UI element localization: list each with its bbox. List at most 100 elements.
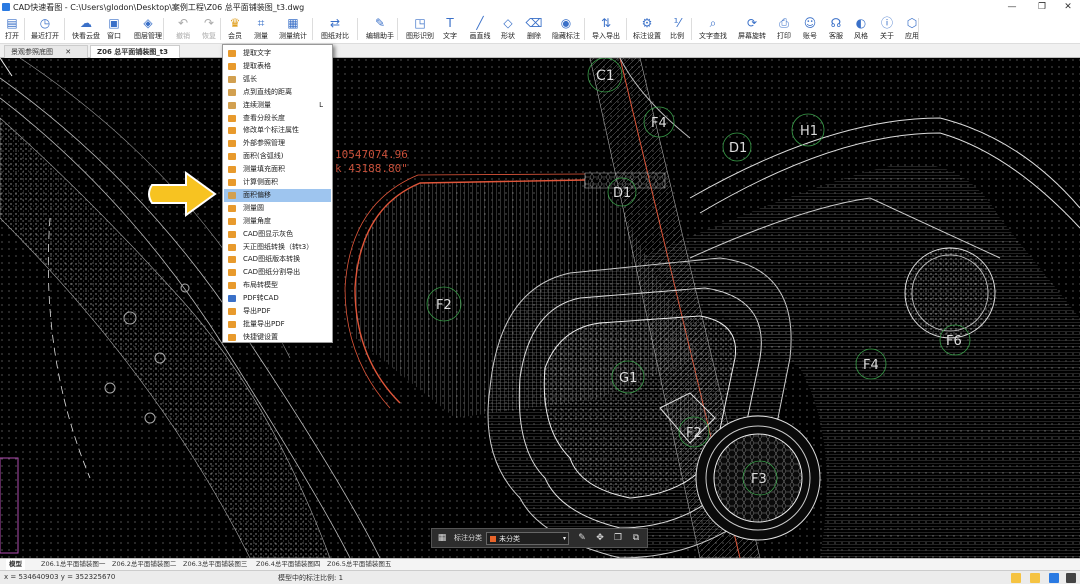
toolbar-label: 撤销 bbox=[176, 32, 190, 40]
toolbar-label: 快看云盘 bbox=[72, 32, 100, 40]
menu-item[interactable]: 提取文字 bbox=[224, 47, 331, 60]
toolbar-text-button[interactable]: T 文字 bbox=[440, 15, 460, 43]
cloud-icon: ☁ bbox=[80, 16, 92, 30]
toolbar-vip-button[interactable]: ♛ 会员 bbox=[224, 15, 246, 43]
toolbar-import-button[interactable]: ⇅ 导入导出 bbox=[588, 15, 624, 43]
clock-icon: ◷ bbox=[39, 16, 51, 30]
measure-icon: ⌗ bbox=[257, 16, 265, 30]
toolbar-separator bbox=[691, 18, 692, 40]
menu-item[interactable]: 提取表格 bbox=[224, 60, 331, 73]
toolbar-shape-button[interactable]: ◇ 形状 bbox=[498, 15, 518, 43]
menu-item[interactable]: 计算侧面积 bbox=[224, 176, 331, 189]
menu-item[interactable]: CAD图显示灰色 bbox=[224, 228, 331, 241]
category-select[interactable]: 未分类 ▾ bbox=[486, 532, 569, 545]
grid-label-f2-a: F2 bbox=[436, 298, 452, 313]
toolbar-settings-button[interactable]: ⚙ 标注设置 bbox=[630, 15, 664, 43]
toolbar-edit-button[interactable]: ✎ 编辑助手 bbox=[363, 15, 397, 43]
toolbar-label: 导入导出 bbox=[592, 32, 620, 40]
toolbar-headset-button[interactable]: ☊ 客服 bbox=[826, 15, 846, 43]
toolbar-separator bbox=[24, 18, 25, 40]
toolbar-label: 图纸对比 bbox=[321, 32, 349, 40]
menu-item[interactable]: 布局转模型 bbox=[224, 279, 331, 292]
tab-reference-drawing[interactable]: 景观参照底图 ✕ bbox=[4, 45, 88, 58]
close-button[interactable]: ✕ bbox=[1053, 0, 1080, 14]
layout-tab[interactable]: Z06.2总平面铺装图二 bbox=[109, 559, 179, 570]
paste-icon[interactable]: ⧉ bbox=[628, 529, 644, 547]
menu-item[interactable]: 测量填充面积 bbox=[224, 163, 331, 176]
text-icon: T bbox=[446, 16, 454, 30]
toolbar-line-button[interactable]: ╱ 画直线 bbox=[468, 15, 492, 43]
layout-tab[interactable]: Z06.1总平面铺装图一 bbox=[38, 559, 108, 570]
menu-item[interactable]: 连续测量 L bbox=[224, 99, 331, 112]
tab-current-drawing[interactable]: Z06 总平面铺装图_t3 ✕ bbox=[90, 45, 180, 68]
layout-tab[interactable]: 模型 bbox=[6, 559, 25, 570]
toolbar-stats-button[interactable]: ▦ 测量统计 bbox=[276, 15, 310, 43]
copy-icon[interactable]: ❐ bbox=[610, 529, 626, 547]
status-icon-2[interactable] bbox=[1030, 573, 1040, 583]
grid-label-d1-b: D1 bbox=[613, 186, 631, 201]
menu-item[interactable]: 外部参照管理 bbox=[224, 137, 331, 150]
toolbar-user-button[interactable]: ☺ 账号 bbox=[800, 15, 820, 43]
toolbar-info-button[interactable]: ⓘ 关于 bbox=[877, 15, 897, 43]
layout-tab[interactable]: Z06.5总平面铺装图五 bbox=[324, 559, 394, 570]
status-icon-1[interactable] bbox=[1011, 573, 1021, 583]
tab-close-icon[interactable]: ✕ bbox=[65, 48, 71, 56]
menu-item[interactable]: 导出PDF bbox=[224, 305, 331, 318]
redo-icon: ↷ bbox=[203, 16, 215, 30]
toolbar-label: 画直线 bbox=[469, 32, 491, 40]
toolbar-folder-button[interactable]: ▤ 打开 bbox=[2, 15, 22, 43]
toolbar-ratio-button[interactable]: ⅟ 比例 bbox=[667, 15, 687, 43]
toolbar-apps-button[interactable]: ⬡ 应用 bbox=[902, 15, 922, 43]
menu-item-label: PDF转CAD bbox=[243, 294, 279, 303]
menu-item[interactable]: 面积(含弧线) bbox=[224, 150, 331, 163]
menu-item[interactable]: 测量圆 bbox=[224, 202, 331, 215]
menu-item-icon bbox=[228, 230, 236, 238]
toolbar-separator bbox=[918, 18, 919, 40]
toolbar-eraser-button[interactable]: ⌫ 删除 bbox=[524, 15, 544, 43]
grid-icon[interactable]: ▦ bbox=[435, 529, 449, 547]
menu-item[interactable]: 批量导出PDF bbox=[224, 318, 331, 331]
toolbar-label: 文字查找 bbox=[699, 32, 727, 40]
compare-icon: ⇄ bbox=[329, 16, 341, 30]
toolbar-window-button[interactable]: ▣ 窗口 bbox=[103, 15, 125, 43]
status-icon-3[interactable] bbox=[1049, 573, 1059, 583]
menu-item[interactable]: CAD图纸分割导出 bbox=[224, 266, 331, 279]
toolbar-measure-button[interactable]: ⌗ 测量 bbox=[251, 15, 271, 43]
menu-item[interactable]: 修改单个标注属性 bbox=[224, 124, 331, 137]
toolbar-clock-button[interactable]: ◷ 最近打开 bbox=[28, 15, 62, 43]
move-icon[interactable]: ✥ bbox=[592, 529, 608, 547]
menu-item[interactable]: 测量角度 bbox=[224, 215, 331, 228]
menu-item[interactable]: 弧长 bbox=[224, 73, 331, 86]
toolbar-cloud-button[interactable]: ☁ 快看云盘 bbox=[68, 15, 104, 43]
toolbar-eye-off-button[interactable]: ◉ 隐藏标注 bbox=[550, 15, 582, 43]
menu-item[interactable]: 查看分段长度 bbox=[224, 112, 331, 125]
menu-item-label: CAD图纸分割导出 bbox=[243, 268, 301, 277]
toolbar-undo-button[interactable]: ↶ 撤销 bbox=[173, 15, 193, 43]
toolbar-separator bbox=[163, 18, 164, 40]
toolbar-label: 应用 bbox=[905, 32, 919, 40]
toolbar-layers-button[interactable]: ◈ 图层管理 bbox=[132, 15, 164, 43]
menu-item[interactable]: PDF转CAD bbox=[224, 292, 331, 305]
status-icon-4[interactable] bbox=[1066, 573, 1076, 583]
menu-item-icon bbox=[228, 320, 236, 328]
menu-item-icon bbox=[228, 295, 236, 303]
menu-item[interactable]: 面积偏移 bbox=[224, 188, 331, 202]
eye-off-icon: ◉ bbox=[560, 16, 572, 30]
toolbar-shape-recog-button[interactable]: ◳ 图形识别 bbox=[403, 15, 437, 43]
toolbar-redo-button[interactable]: ↷ 恢复 bbox=[199, 15, 219, 43]
drawing-canvas[interactable]: 10547074.96 k 43188.80" C1 F4 H1 D1 D1 F… bbox=[0, 58, 1080, 558]
minimize-button[interactable]: — bbox=[997, 0, 1027, 14]
toolbar-style-button[interactable]: ◐ 风格 bbox=[851, 15, 871, 43]
toolbar-search-text-button[interactable]: ⌕ 文字查找 bbox=[696, 15, 730, 43]
toolbar-print-button[interactable]: ⎙ 打印 bbox=[774, 15, 794, 43]
menu-item[interactable]: 快捷键设置 bbox=[224, 331, 331, 344]
layout-tab[interactable]: Z06.3总平面铺装图三 bbox=[180, 559, 250, 570]
menu-item[interactable]: CAD图纸版本转换 bbox=[224, 253, 331, 266]
toolbar-compare-button[interactable]: ⇄ 图纸对比 bbox=[318, 15, 352, 43]
layout-tab[interactable]: Z06.4总平面铺装图四 bbox=[253, 559, 323, 570]
toolbar-rotate-button[interactable]: ⟳ 屏幕旋转 bbox=[735, 15, 769, 43]
menu-item[interactable]: 天正图纸转换（转t3） bbox=[224, 241, 331, 254]
toolbar-separator bbox=[357, 18, 358, 40]
edit-icon[interactable]: ✎ bbox=[574, 529, 590, 547]
menu-item[interactable]: 点到直线的距离 bbox=[224, 86, 331, 99]
